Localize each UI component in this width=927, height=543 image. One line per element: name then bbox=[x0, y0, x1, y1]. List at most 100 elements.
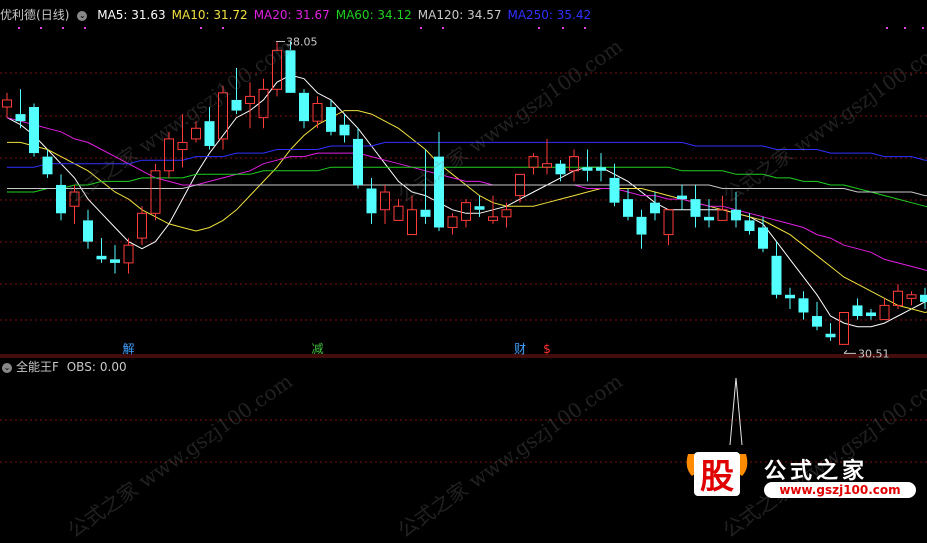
candle-body bbox=[609, 177, 620, 203]
candle-body bbox=[15, 114, 26, 122]
indicator-series-value: 0.00 bbox=[99, 360, 127, 374]
signal-dot bbox=[886, 27, 888, 29]
signal-dot bbox=[62, 27, 64, 29]
candle-body bbox=[461, 202, 471, 221]
ma-legend-ma250: MA250: 35.42 bbox=[507, 8, 592, 22]
signal-dot bbox=[538, 27, 540, 29]
ma-legend-ma10: MA10: 31.72 bbox=[171, 8, 248, 22]
candle-body bbox=[798, 298, 809, 313]
candle-body bbox=[569, 156, 579, 172]
candle-body bbox=[650, 202, 660, 214]
signal-dot bbox=[200, 27, 202, 29]
ma-legend-items: MA5: 31.63 MA10: 31.72 MA20: 31.67 MA60: 34… bbox=[97, 8, 597, 22]
candle-body bbox=[447, 216, 458, 228]
candle-body bbox=[758, 227, 768, 249]
candle-body bbox=[339, 124, 350, 136]
signal-dot bbox=[584, 27, 586, 29]
indicator-dropdown-icon[interactable]: ⌄ bbox=[2, 362, 12, 373]
signal-dot bbox=[222, 27, 224, 29]
signal-dot bbox=[922, 27, 924, 29]
svg-text:www.gszj100.com: www.gszj100.com bbox=[779, 483, 900, 497]
candle-body bbox=[920, 294, 927, 302]
candle-body bbox=[812, 316, 822, 327]
candle-body bbox=[110, 259, 120, 263]
candle-body bbox=[852, 305, 863, 317]
indicator-name: 全能王F bbox=[16, 360, 59, 374]
signal-dot bbox=[84, 27, 86, 29]
ma-line-ma5 bbox=[6, 74, 927, 328]
signal-dot bbox=[442, 27, 444, 29]
candle-body bbox=[353, 138, 363, 185]
candle-body bbox=[258, 88, 269, 119]
indicator-legend: ⌄ 全能王F OBS: 0.00 bbox=[0, 358, 131, 375]
candle-body bbox=[906, 294, 917, 299]
signal-dot bbox=[18, 27, 20, 29]
candle-body bbox=[677, 195, 687, 200]
candle-body bbox=[582, 167, 593, 171]
svg-text:股: 股 bbox=[700, 457, 734, 497]
ma-legend-ma60: MA60: 34.12 bbox=[335, 8, 412, 22]
candle-body bbox=[393, 205, 404, 221]
candle-body bbox=[596, 167, 606, 171]
candle-body bbox=[825, 333, 836, 338]
candle-body bbox=[191, 127, 201, 140]
candle-body bbox=[150, 170, 161, 214]
period-label: (日线) bbox=[36, 8, 70, 22]
candle-body bbox=[744, 220, 755, 232]
candle-body bbox=[879, 304, 890, 321]
settings-dropdown-icon[interactable]: ⌄ bbox=[77, 10, 88, 21]
candlestick-chart[interactable]: 38.0530.51解减财 $ bbox=[0, 0, 927, 503]
stock-name: 优利德 bbox=[0, 8, 37, 22]
candle-body bbox=[42, 156, 53, 175]
indicator-series-label: OBS: bbox=[66, 360, 96, 374]
candle-body bbox=[555, 163, 566, 175]
signal-dot bbox=[904, 27, 906, 29]
ma-legend-ma5: MA5: 31.63 bbox=[97, 8, 166, 22]
svg-text:公式之家: 公式之家 bbox=[764, 458, 868, 484]
candle-body bbox=[2, 99, 12, 108]
candle-body bbox=[231, 99, 242, 111]
candle-body bbox=[380, 191, 390, 211]
main-chart-legend: 优利德(日线) ⌄ MA5: 31.63 MA10: 31.72 MA20: 31.6… bbox=[0, 6, 603, 22]
candle-body bbox=[83, 220, 93, 242]
candle-body bbox=[137, 212, 147, 239]
low-price-label: 30.51 bbox=[858, 347, 890, 360]
candle-body bbox=[29, 107, 39, 154]
candle-body bbox=[785, 294, 795, 299]
watermark-logo: 股 公式之家 www.gszj100.com bbox=[686, 452, 916, 498]
event-marker: $ bbox=[543, 342, 551, 356]
event-marker: 财 bbox=[514, 342, 526, 356]
candle-body bbox=[312, 102, 323, 122]
candle-body bbox=[326, 107, 336, 132]
candle-body bbox=[866, 312, 876, 317]
candle-body bbox=[501, 209, 512, 218]
candle-body bbox=[704, 216, 714, 221]
event-marker: 解 bbox=[122, 342, 134, 356]
ma-legend-ma20: MA20: 31.67 bbox=[253, 8, 330, 22]
candle-body bbox=[474, 206, 485, 210]
candle-body bbox=[488, 216, 498, 221]
candle-body bbox=[420, 209, 431, 217]
signal-dot bbox=[40, 27, 42, 29]
candle-body bbox=[663, 209, 674, 236]
candle-body bbox=[839, 311, 849, 345]
indicator-spike-line bbox=[729, 377, 743, 446]
candle-body bbox=[623, 199, 633, 217]
signal-dot bbox=[562, 27, 564, 29]
signal-dot bbox=[420, 27, 422, 29]
candle-body bbox=[245, 95, 255, 104]
event-marker: 减 bbox=[311, 342, 323, 356]
candle-body bbox=[366, 188, 377, 214]
candle-body bbox=[407, 209, 417, 236]
candle-body bbox=[717, 209, 728, 221]
ma-line-ma120 bbox=[7, 184, 927, 197]
candle-body bbox=[123, 244, 134, 264]
ma-legend-ma120: MA120: 34.57 bbox=[417, 8, 502, 22]
candle-body bbox=[299, 92, 309, 122]
candle-body bbox=[690, 199, 701, 217]
candle-body bbox=[731, 209, 741, 221]
candle-body bbox=[636, 216, 647, 235]
candle-body bbox=[771, 255, 782, 295]
candle-body bbox=[96, 255, 107, 260]
candle-body bbox=[177, 141, 188, 151]
